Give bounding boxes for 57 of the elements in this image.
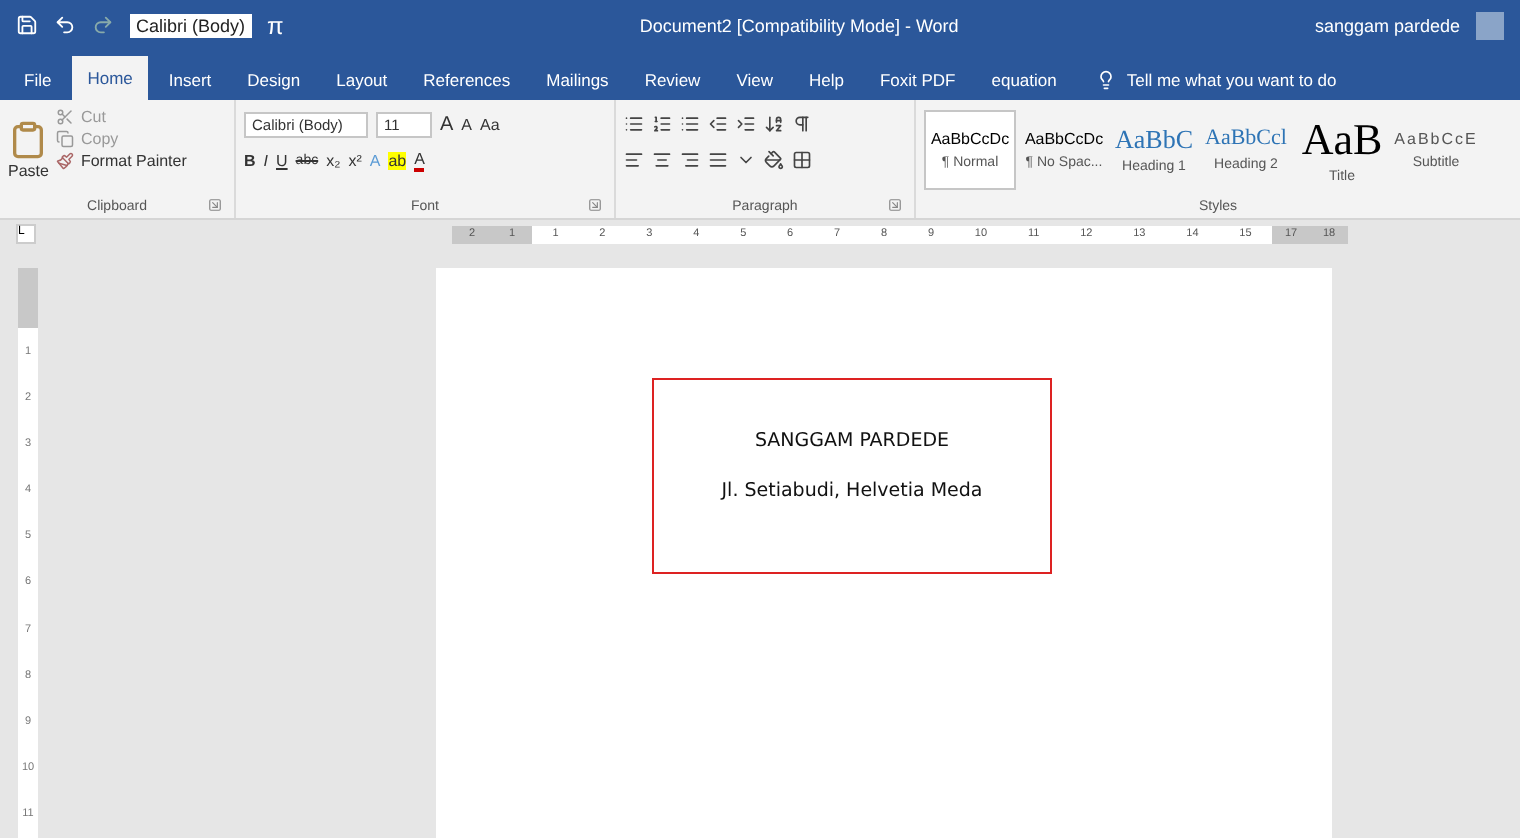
tell-me-field[interactable]: Tell me what you want to do	[1126, 70, 1337, 90]
multilevel-list-icon[interactable]	[680, 114, 700, 134]
underline-button[interactable]: U	[276, 152, 288, 170]
increase-indent-icon[interactable]	[736, 114, 756, 134]
copy-icon[interactable]	[56, 130, 75, 148]
font-color-button[interactable]: A	[414, 150, 425, 172]
change-case-button[interactable]: Aa	[480, 116, 500, 134]
undo-icon[interactable]	[54, 14, 76, 36]
align-center-icon[interactable]	[652, 150, 672, 170]
launcher-icon[interactable]	[208, 198, 222, 212]
ribbon-tab[interactable]: Insert	[152, 60, 228, 100]
paintbrush-icon[interactable]	[56, 152, 75, 170]
shrink-font-button[interactable]: A	[461, 116, 473, 134]
pilcrow-icon[interactable]	[792, 114, 812, 134]
align-left-icon[interactable]	[624, 150, 644, 170]
align-right-icon[interactable]	[680, 150, 700, 170]
window-title: Document2 [Compatibility Mode] - Word	[637, 15, 961, 35]
ribbon-tab[interactable]: equation	[975, 60, 1073, 100]
ribbon-tab[interactable]: Design	[231, 60, 317, 100]
save-icon[interactable]	[16, 14, 38, 36]
avatar[interactable]	[1476, 11, 1504, 39]
bullets-icon[interactable]	[624, 114, 644, 134]
justify-icon[interactable]	[708, 150, 728, 170]
grow-font-button[interactable]: A	[440, 114, 454, 136]
redo-icon[interactable]	[92, 14, 114, 36]
borders-icon[interactable]	[792, 150, 812, 170]
ribbon-tab[interactable]: Foxit PDF	[863, 60, 972, 100]
ribbon-tab[interactable]: Home	[71, 56, 149, 100]
ribbon-tab[interactable]: Help	[792, 60, 860, 100]
ribbon-tab[interactable]: Layout	[320, 60, 404, 100]
paste-button[interactable]: Paste	[8, 161, 49, 179]
launcher-icon[interactable]	[588, 198, 602, 212]
user-name[interactable]: sanggam pardede	[1314, 15, 1460, 35]
ribbon-tab[interactable]: Review	[628, 60, 717, 100]
text-line: Jl. Setiabudi, Helvetia Meda	[721, 480, 983, 502]
text-line: SANGGAM PARDEDE	[754, 430, 950, 452]
superscript-button[interactable]: x²	[348, 152, 362, 170]
bold-button[interactable]: B	[244, 152, 256, 170]
format-painter-button[interactable]: Format Painter	[56, 152, 187, 170]
scissors-icon[interactable]	[56, 108, 75, 126]
equation-button[interactable]: π	[267, 11, 284, 39]
italic-button[interactable]: I	[263, 152, 269, 170]
ribbon-tab[interactable]: View	[720, 60, 789, 100]
decrease-indent-icon[interactable]	[708, 114, 728, 134]
subscript-button[interactable]: x₂	[326, 152, 341, 170]
launcher-icon[interactable]	[888, 198, 902, 212]
text-box[interactable]: SANGGAM PARDEDE Jl. Setiabudi, Helvetia Meda	[652, 378, 1052, 574]
shading-icon[interactable]	[764, 150, 784, 170]
ribbon-tab[interactable]: Mailings	[530, 60, 625, 100]
ribbon-tab[interactable]: File	[8, 60, 68, 100]
lightbulb-icon[interactable]	[1096, 70, 1117, 90]
highlight-button[interactable]: ab	[388, 152, 407, 170]
paste-icon[interactable]	[8, 119, 48, 159]
ribbon-tab[interactable]: References	[407, 60, 527, 100]
font-box[interactable]: Calibri (Body)	[130, 13, 252, 37]
numbering-icon[interactable]	[652, 114, 672, 134]
sort-icon[interactable]	[764, 114, 784, 134]
